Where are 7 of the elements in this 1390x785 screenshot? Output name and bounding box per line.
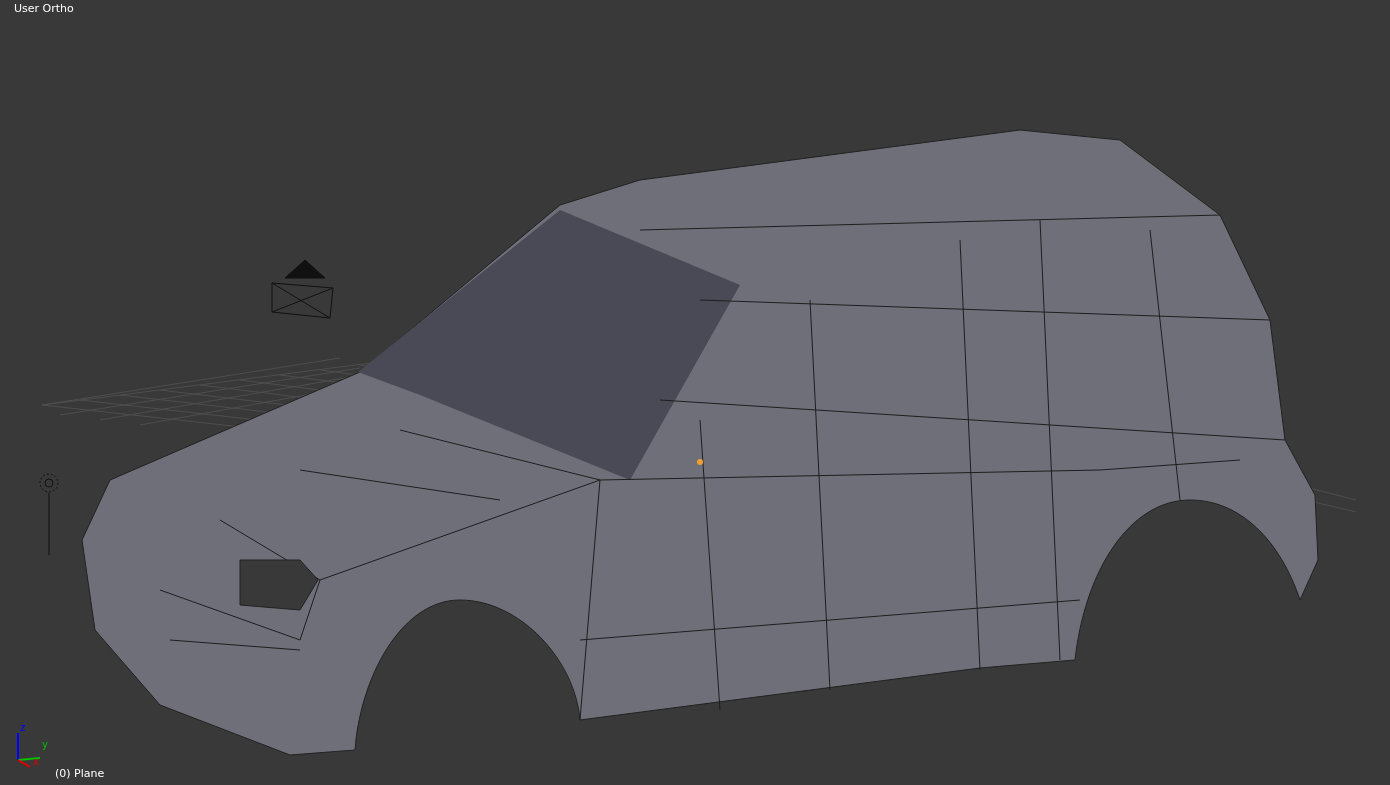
object-label: (0) Plane bbox=[55, 767, 105, 781]
camera-drawing bbox=[271, 259, 334, 319]
axis-label: x bbox=[33, 757, 39, 767]
view-name: User Ortho bbox=[14, 2, 74, 16]
axis-label: y bbox=[42, 740, 48, 750]
axis-label: z bbox=[20, 723, 26, 733]
origin-point bbox=[697, 459, 703, 465]
